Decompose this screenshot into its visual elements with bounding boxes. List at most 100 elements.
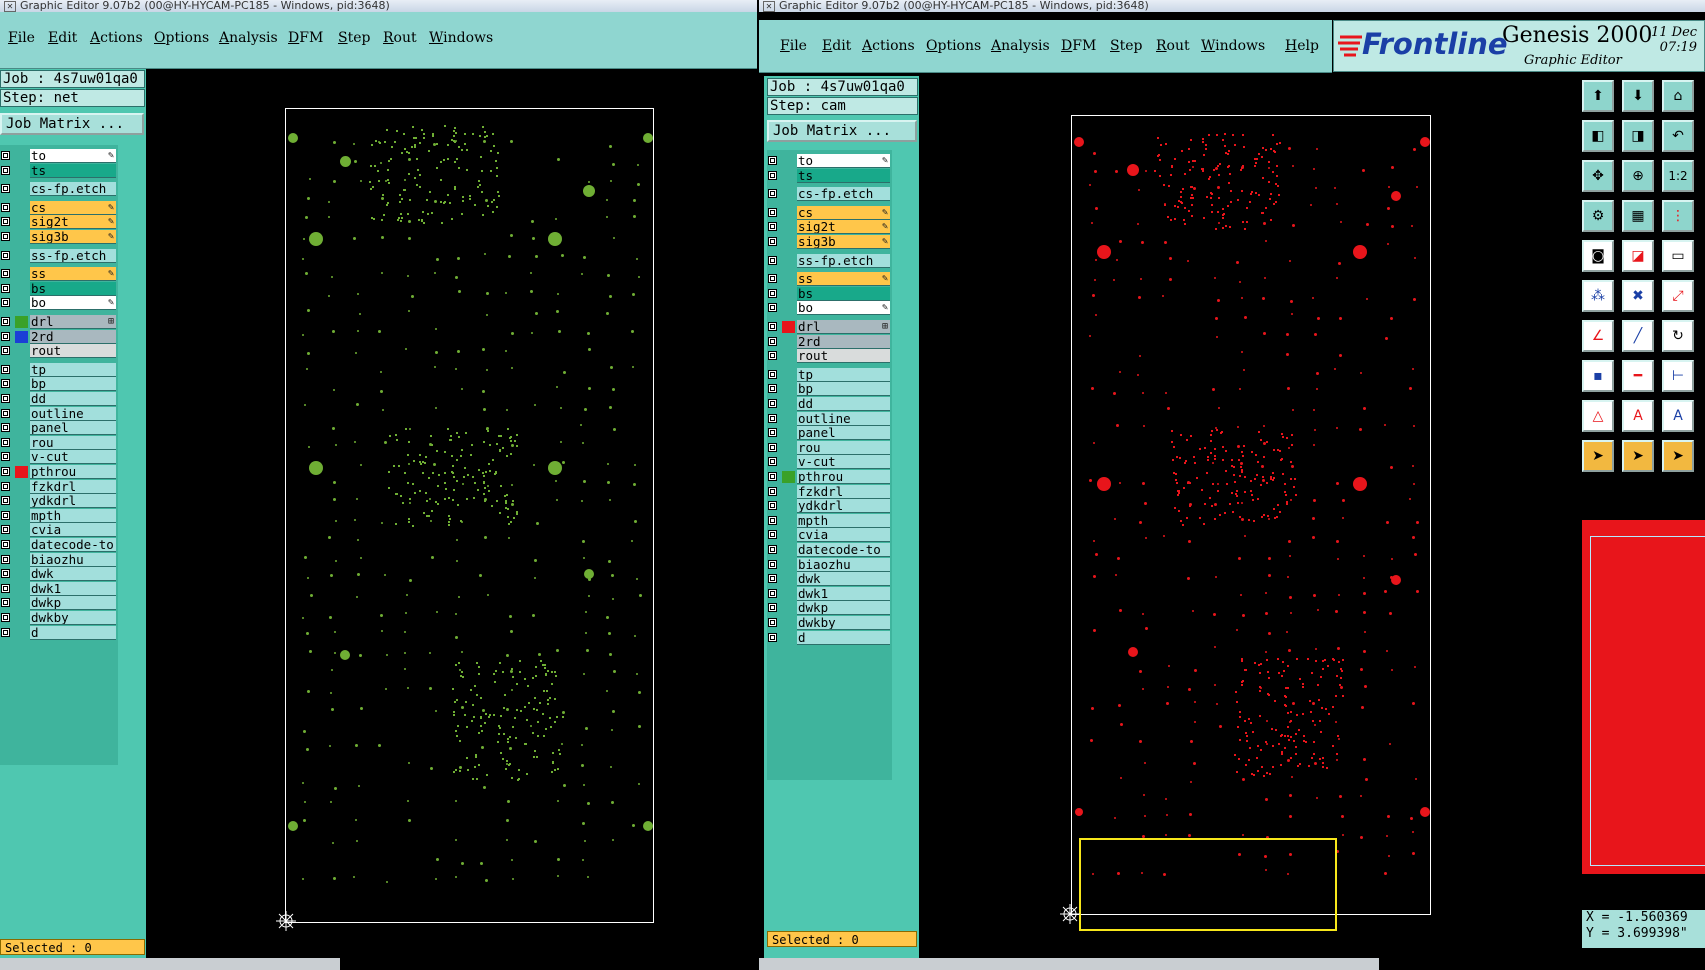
layer-row-2rd[interactable]: 2rd: [767, 334, 892, 350]
menu-step[interactable]: Step: [338, 30, 370, 46]
menu-windows[interactable]: Windows: [1201, 38, 1265, 54]
layer-row-to[interactable]: to ✎: [0, 149, 118, 164]
zoom-fit-icon[interactable]: ⊕: [1622, 160, 1654, 192]
job-matrix-button[interactable]: Job Matrix ...: [0, 113, 144, 135]
layer-row-bp[interactable]: bp: [767, 382, 892, 397]
layer-checkbox[interactable]: [768, 384, 777, 394]
menu-actions[interactable]: Actions: [90, 30, 143, 46]
layer-checkbox[interactable]: [1, 569, 10, 579]
layer-name[interactable]: drl ⊞: [30, 315, 116, 329]
layer-checkbox[interactable]: [768, 442, 777, 452]
layer-row-panel[interactable]: panel: [0, 421, 118, 436]
layer-checkbox[interactable]: [768, 559, 777, 569]
menu-options[interactable]: Options: [926, 38, 981, 54]
layer-row-bo[interactable]: bo ✎: [767, 301, 892, 316]
zoom-home-icon[interactable]: ✥: [1582, 160, 1614, 192]
layer-checkbox[interactable]: [1, 598, 10, 608]
layer-checkbox[interactable]: [768, 530, 777, 540]
layer-name[interactable]: bo ✎: [30, 296, 116, 311]
layer-name[interactable]: biaozhu: [797, 557, 890, 572]
layer-name[interactable]: 2rd: [797, 334, 890, 349]
layer-row-bp[interactable]: bp: [0, 377, 118, 392]
layer-checkbox[interactable]: [768, 288, 777, 298]
pointer-info-icon[interactable]: ➤: [1662, 440, 1694, 472]
measure-icon[interactable]: ⊢: [1662, 360, 1694, 392]
layer-row-rou[interactable]: rou: [767, 440, 892, 456]
layer-name[interactable]: to ✎: [797, 154, 890, 168]
layer-checkbox[interactable]: [768, 255, 777, 265]
layer-name[interactable]: fzkdrl: [30, 479, 116, 494]
window-select-icon[interactable]: ◪: [1622, 240, 1654, 272]
layer-checkbox[interactable]: [768, 237, 777, 246]
layer-row-dwk1[interactable]: dwk1: [767, 586, 892, 602]
pointer-select-icon[interactable]: ➤: [1622, 440, 1654, 472]
layer-row-datecode-to[interactable]: datecode-to: [767, 543, 892, 558]
layer-row-dwkby[interactable]: dwkby: [767, 616, 892, 631]
layer-checkbox[interactable]: [1, 283, 10, 293]
layer-checkbox[interactable]: [1, 202, 10, 212]
layer-row-ydkdrl[interactable]: ydkdrl: [767, 499, 892, 514]
layer-checkbox[interactable]: [1, 165, 10, 175]
layer-name[interactable]: bp: [797, 382, 890, 397]
layer-name[interactable]: cs ✎: [797, 205, 890, 220]
menu-windows[interactable]: Windows: [429, 30, 493, 46]
layer-row-datecode-to[interactable]: datecode-to: [0, 538, 118, 553]
layer-row-bs[interactable]: bs: [0, 281, 118, 297]
layer-name[interactable]: panel: [30, 421, 116, 436]
layer-row-mpth[interactable]: mpth: [767, 513, 892, 529]
layer-name[interactable]: bs: [30, 281, 116, 296]
layer-row-fzkdrl[interactable]: fzkdrl: [767, 484, 892, 500]
layer-name[interactable]: outline: [797, 411, 890, 426]
line-edit-icon[interactable]: ╱: [1622, 320, 1654, 352]
cross-select-icon[interactable]: ✖: [1622, 280, 1654, 312]
layer-name[interactable]: rout: [797, 349, 890, 364]
layer-name[interactable]: tp: [30, 362, 116, 377]
layer-checkbox[interactable]: [1, 423, 10, 433]
layer-checkbox[interactable]: [1, 627, 10, 637]
layer-name[interactable]: outline: [30, 406, 116, 421]
layer-checkbox[interactable]: [1, 452, 10, 462]
layer-checkbox[interactable]: [1, 217, 10, 227]
layer-checkbox[interactable]: [768, 618, 777, 627]
layer-checkbox[interactable]: [1, 379, 10, 389]
layer-row-dd[interactable]: dd: [767, 397, 892, 412]
layer-name[interactable]: pthrou: [797, 470, 890, 484]
right-pcb-board-view[interactable]: [1071, 115, 1431, 915]
layer-row-cs-fp.etch[interactable]: cs-fp.etch: [0, 182, 118, 197]
layer-checkbox[interactable]: [1, 467, 10, 476]
layer-checkbox[interactable]: [1, 250, 10, 260]
layer-row-drl[interactable]: drl ⊞: [0, 315, 118, 330]
layer-name[interactable]: dwk: [797, 572, 890, 587]
menu-analysis[interactable]: Analysis: [219, 30, 278, 46]
layer-checkbox[interactable]: [768, 457, 777, 467]
layer-name[interactable]: dwkp: [30, 596, 116, 611]
job-matrix-button[interactable]: Job Matrix ...: [767, 120, 917, 142]
layer-row-outline[interactable]: outline: [0, 406, 118, 422]
layer-name[interactable]: cs-fp.etch: [30, 182, 116, 197]
layer-name[interactable]: rou: [797, 440, 890, 455]
minus-icon[interactable]: ━: [1622, 360, 1654, 392]
layer-checkbox[interactable]: [1, 184, 10, 194]
layer-row-to[interactable]: to ✎: [767, 154, 892, 169]
layer-checkbox[interactable]: [768, 486, 777, 496]
connect-icon[interactable]: ⤢: [1662, 280, 1694, 312]
layer-checkbox[interactable]: [1, 346, 10, 356]
layer-checkbox[interactable]: [768, 515, 777, 525]
layer-row-rout[interactable]: rout: [0, 344, 118, 359]
layer-name[interactable]: dwk: [30, 567, 116, 582]
menu-analysis[interactable]: Analysis: [991, 38, 1050, 54]
layer-row-bo[interactable]: bo ✎: [0, 296, 118, 311]
layer-row-fzkdrl[interactable]: fzkdrl: [0, 479, 118, 495]
layer-checkbox[interactable]: [1, 554, 10, 564]
layer-name[interactable]: tp: [797, 367, 890, 382]
layer-name[interactable]: datecode-to: [797, 543, 890, 557]
menu-file[interactable]: File: [8, 30, 35, 46]
layer-row-ss[interactable]: ss ✎: [0, 267, 118, 282]
net-select-icon[interactable]: ⁂: [1582, 280, 1614, 312]
left-pcb-board-view[interactable]: [285, 108, 654, 923]
surface-icon[interactable]: △: [1582, 400, 1614, 432]
layer-name[interactable]: drl ⊞: [797, 320, 890, 334]
layer-checkbox[interactable]: [1, 525, 10, 535]
layer-name[interactable]: cvia: [797, 528, 890, 543]
layer-checkbox[interactable]: [1, 408, 10, 418]
